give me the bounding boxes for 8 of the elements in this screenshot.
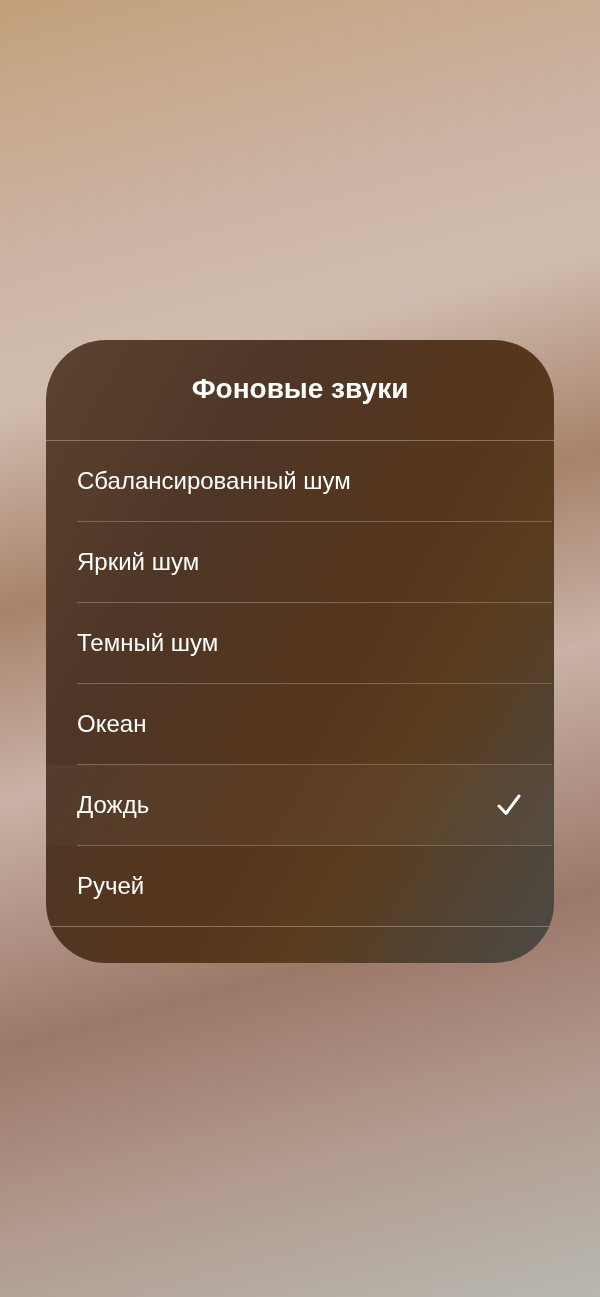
sound-option[interactable]: Ручей [46,846,554,926]
checkmark-icon [497,794,521,816]
sound-option[interactable]: Сбалансированный шум [46,441,554,521]
sound-option[interactable]: Яркий шум [46,522,554,602]
sound-option[interactable]: Дождь [46,765,554,845]
sound-option[interactable]: Океан [46,684,554,764]
menu-title: Фоновые звуки [191,375,409,405]
sound-option[interactable]: Темный шум [46,603,554,683]
